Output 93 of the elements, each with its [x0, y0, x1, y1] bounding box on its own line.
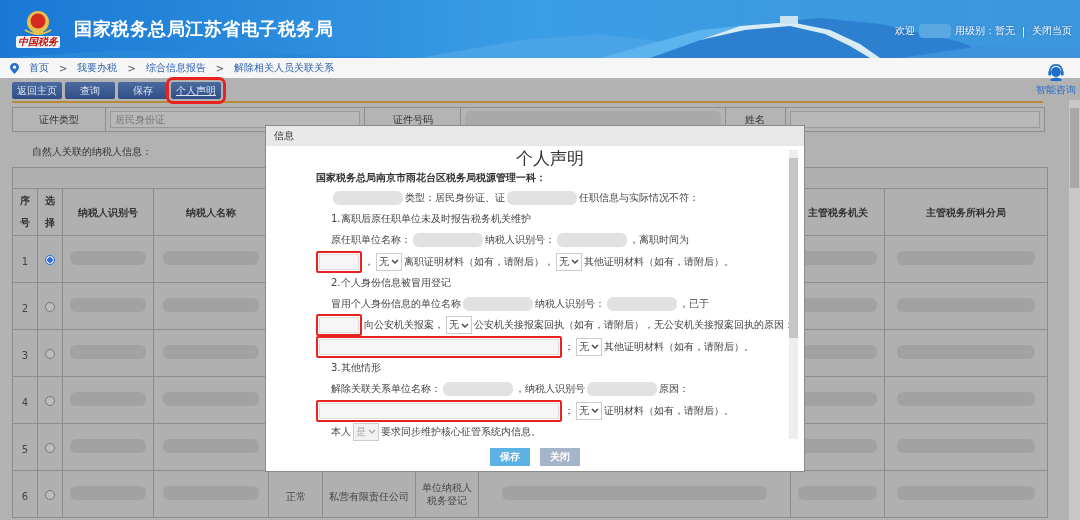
table-cell-text: 私营有限责任公司 — [328, 489, 410, 503]
statement-text: 解除关联关系单位名称： — [331, 382, 441, 397]
column-header: 序号 — [20, 194, 30, 230]
caret-icon — [391, 259, 399, 265]
dropdown[interactable]: 无 — [576, 337, 602, 356]
statement-text: 向公安机关报案， — [364, 318, 444, 333]
statement-text: ， — [364, 254, 374, 269]
name-field[interactable] — [790, 111, 1040, 128]
breadcrumb-link[interactable]: 解除相关人员关联关系 — [234, 61, 335, 75]
statement-text: 证明材料（如有，请附后）。 — [604, 403, 734, 418]
table-cell-text: 3 — [20, 348, 30, 362]
statement-text: 冒用个人身份信息的单位名称 — [331, 297, 461, 312]
statement-text: 要求同步维护核心征管系统内信息。 — [381, 424, 541, 439]
row-radio[interactable] — [45, 348, 55, 359]
row-radio[interactable] — [45, 254, 55, 265]
column-header: 主管税务所科分局 — [926, 206, 1007, 220]
toolbar-button[interactable]: 查询 — [65, 82, 115, 99]
statement-text: 1.离职后原任职单位未及时报告税务机关维护 — [331, 211, 531, 226]
redaction-blur — [463, 297, 533, 312]
site-title: 国家税务总局江苏省电子税务局 — [74, 17, 333, 41]
redaction-blur — [413, 233, 483, 248]
caret-icon — [591, 408, 599, 414]
dropdown[interactable]: 无 — [576, 401, 602, 420]
statement-text: 纳税人识别号： — [535, 297, 605, 312]
row-radio[interactable] — [45, 489, 55, 500]
statement-text: 本人 — [331, 424, 351, 439]
headset-icon[interactable] — [1047, 62, 1065, 82]
dialog-title: 信息 — [266, 126, 804, 146]
caret-icon — [368, 429, 376, 435]
table-cell-text: 5 — [20, 442, 30, 456]
table-cell-text: 2 — [20, 301, 30, 315]
section-label: 自然人关联的纳税人信息： — [32, 145, 152, 159]
redaction-blur — [443, 382, 513, 397]
breadcrumb-separator: > — [127, 62, 136, 74]
caret-icon — [461, 322, 469, 328]
logo-text: 中国税务 — [16, 36, 60, 48]
table-cell-text: 正常 — [284, 489, 307, 503]
breadcrumb-separator: > — [59, 62, 68, 74]
statement-text: 原因： — [659, 382, 689, 397]
column-header: 选择 — [45, 194, 55, 230]
redaction-blur — [557, 233, 627, 248]
toolbar-button[interactable]: 返回主页 — [12, 82, 62, 99]
statement-text: ，纳税人识别号 — [515, 382, 585, 397]
redaction-blur — [333, 190, 403, 205]
statement-text: 纳税人识别号： — [485, 233, 555, 248]
scrollbar[interactable] — [789, 150, 798, 439]
column-header: 纳税人名称 — [186, 206, 236, 220]
dropdown[interactable]: 无 — [376, 252, 402, 271]
column-header: 主管税务机关 — [807, 206, 868, 220]
welcome-text: 欢迎 — [894, 24, 915, 38]
redaction-blur — [918, 24, 951, 38]
statement-text: 其他证明材料（如有，请附后）。 — [604, 339, 754, 354]
credit-level: 用级别：暂无 — [954, 24, 1015, 38]
statement-text: 原任职单位名称： — [331, 233, 411, 248]
dialog-heading: 个人声明 — [515, 147, 585, 169]
statement-text: ； — [564, 339, 574, 354]
redaction-blur — [587, 382, 657, 397]
statement-text: 3.其他情形 — [331, 361, 381, 375]
breadcrumb-separator: > — [215, 62, 225, 74]
breadcrumb-link[interactable]: 我要办税 — [77, 61, 118, 75]
caret-icon — [571, 259, 579, 265]
separator-text: | — [1020, 25, 1026, 37]
table-cell-text: 1 — [20, 254, 30, 268]
table-cell-text: 6 — [20, 489, 30, 503]
statement-text: 其他证明材料（如有，请附后）。 — [584, 254, 734, 269]
statement-text: ，离职时间为 — [629, 233, 689, 248]
statement-text: 任职信息与实际情况不符： — [579, 190, 699, 205]
row-radio[interactable] — [45, 301, 55, 312]
statement-text: ，已于 — [679, 297, 709, 312]
field-label: 证件类型 — [13, 108, 106, 131]
redaction-blur — [607, 297, 677, 312]
table-cell-text: 4 — [20, 395, 30, 409]
statement-text: 类型：居民身份证、证 — [405, 190, 505, 205]
location-pin-icon — [10, 62, 19, 74]
close-page-link[interactable]: 关闭当页 — [1032, 24, 1072, 38]
statement-text: 公安机关接报案回执（如有，请附后），无公安机关接报案回执的原因： — [474, 318, 794, 333]
statement-text: 离职证明材料（如有，请附后）， — [404, 254, 554, 269]
emblem-icon — [23, 10, 53, 36]
row-radio[interactable] — [45, 395, 55, 406]
redaction-blur — [507, 190, 577, 205]
table-cell-text: 单位纳税人税务登记 — [421, 480, 473, 507]
statement-text: 国家税务总局南京市雨花台区税务局税源管理一科： — [316, 171, 546, 185]
toolbar-button[interactable]: 保存 — [118, 82, 168, 99]
breadcrumb-link[interactable]: 综合信息报告 — [145, 61, 206, 75]
column-header: 纳税人识别号 — [78, 206, 138, 220]
row-radio[interactable] — [45, 442, 55, 453]
scrollbar[interactable] — [1069, 100, 1080, 520]
breadcrumb-link[interactable]: 首页 — [29, 61, 49, 75]
statement-text: 2.个人身份信息被冒用登记 — [331, 275, 451, 290]
caret-icon — [591, 344, 599, 350]
dropdown[interactable]: 无 — [556, 252, 582, 271]
dropdown[interactable]: 无 — [446, 316, 472, 335]
statement-text: ； — [564, 403, 574, 418]
